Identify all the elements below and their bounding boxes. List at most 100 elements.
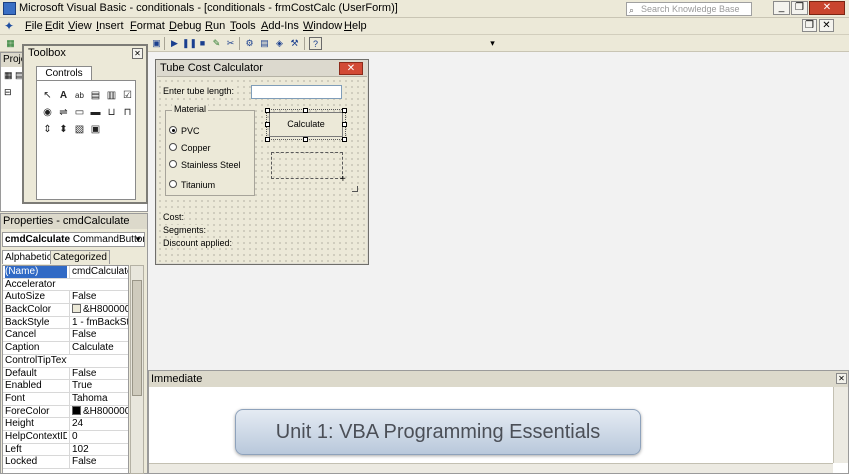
property-row[interactable]: Font Tahoma xyxy=(3,392,128,406)
immediate-horizontal-scrollbar[interactable] xyxy=(149,463,833,473)
menu-view[interactable]: View xyxy=(68,20,92,32)
properties-icon[interactable]: ▤ xyxy=(258,37,271,50)
scroll-thumb[interactable] xyxy=(132,280,142,396)
toolbar-options-icon[interactable]: ▾ xyxy=(486,37,499,50)
stop-icon[interactable]: ■ xyxy=(196,37,209,50)
listbox-tool-icon[interactable]: ▥ xyxy=(105,89,118,102)
menu-format[interactable]: Format xyxy=(130,20,165,32)
search-placeholder: Search Knowledge Base xyxy=(641,4,740,14)
close-icon[interactable]: ✕ xyxy=(836,373,847,384)
menu-help[interactable]: Help xyxy=(344,20,367,32)
property-row[interactable]: Caption Calculate xyxy=(3,342,128,355)
combobox-tool-icon[interactable]: ▤ xyxy=(89,89,102,102)
search-input[interactable]: ⌕ Search Knowledge Base xyxy=(626,2,752,16)
property-row[interactable]: Height 24 xyxy=(3,418,128,431)
resize-handle[interactable] xyxy=(342,108,347,113)
togglebutton-tool-icon[interactable]: ⇌ xyxy=(57,106,70,119)
property-row[interactable]: (Name) cmdCalculate xyxy=(3,266,128,279)
tab-categorized[interactable]: Categorized xyxy=(50,250,110,264)
frame-tool-icon[interactable]: ▭ xyxy=(73,106,86,119)
tree-expand-icon[interactable]: ⊟ xyxy=(4,87,12,98)
resize-handle[interactable] xyxy=(303,108,308,113)
pause-icon[interactable]: ❚❚ xyxy=(182,37,197,50)
checkbox-tool-icon[interactable]: ☑ xyxy=(121,89,134,102)
menu-tools[interactable]: Tools xyxy=(230,20,256,32)
property-row[interactable]: Cancel False xyxy=(3,329,128,343)
view-object-icon[interactable]: ▦ ▤ xyxy=(4,70,24,81)
radio-titanium[interactable] xyxy=(169,180,177,188)
refedit-tool-icon[interactable]: ▣ xyxy=(89,123,102,136)
immediate-vertical-scrollbar[interactable] xyxy=(833,387,848,463)
resize-handle[interactable] xyxy=(265,137,270,142)
resize-handle[interactable] xyxy=(265,108,270,113)
resize-handle[interactable] xyxy=(303,137,308,142)
form-resize-grip[interactable] xyxy=(352,186,358,192)
menu-window[interactable]: Window xyxy=(303,20,342,32)
discount-label: Discount applied: xyxy=(163,238,233,248)
tab-controls[interactable]: Controls xyxy=(36,66,92,81)
menu-addins[interactable]: Add-Ins xyxy=(261,20,299,32)
resize-handle[interactable] xyxy=(265,122,270,127)
userform[interactable]: Tube Cost Calculator ✕ Enter tube length… xyxy=(157,60,367,263)
resize-handle[interactable] xyxy=(342,137,347,142)
property-row[interactable]: BackStyle1 - fmBackStyle xyxy=(3,316,128,330)
property-row[interactable]: AutoSize False xyxy=(3,291,128,305)
property-grid: (Name) cmdCalculate Accelerator AutoSize F… xyxy=(2,265,129,474)
label-tool-icon[interactable]: A xyxy=(57,89,70,102)
radio-copper[interactable] xyxy=(169,143,177,151)
property-row[interactable]: Accelerator xyxy=(3,279,128,292)
object-browser-icon[interactable]: ◈ xyxy=(273,37,286,50)
toolbox-icon[interactable]: ⚒ xyxy=(288,37,301,50)
property-row[interactable]: Enabled True xyxy=(3,380,128,393)
project-explorer-icon[interactable]: ⚙ xyxy=(243,37,256,50)
textbox-tool-icon[interactable]: ab xyxy=(73,89,86,102)
radio-pvc[interactable] xyxy=(169,126,177,134)
image-tool-icon[interactable]: ▧ xyxy=(73,123,86,136)
scrollbar-tool-icon[interactable]: ⇕ xyxy=(41,123,54,136)
radio-stainless-steel[interactable] xyxy=(169,160,177,168)
help-icon[interactable]: ? xyxy=(309,37,322,50)
pointer-tool-icon[interactable]: ↖ xyxy=(41,89,54,102)
property-row[interactable]: Locked False xyxy=(3,456,128,469)
calculate-button[interactable]: Calculate xyxy=(269,112,343,137)
design-mode-icon[interactable]: ✎ xyxy=(210,37,223,50)
run-icon[interactable]: ▶ xyxy=(168,37,181,50)
option-pvc-label: PVC xyxy=(181,126,200,136)
close-icon[interactable]: ✕ xyxy=(132,48,143,59)
close-icon[interactable]: ✕ xyxy=(339,62,363,75)
save-icon[interactable]: ▣ xyxy=(150,37,163,50)
vba-menu-icon[interactable]: ✦ xyxy=(4,19,19,33)
menu-edit[interactable]: Edit xyxy=(45,20,64,32)
menu-file[interactable]: File xyxy=(25,20,43,32)
optionbutton-tool-icon[interactable]: ◉ xyxy=(41,106,54,119)
property-row[interactable]: ForeColor&H80000012 xyxy=(3,405,128,419)
chevron-down-icon[interactable]: ▼ xyxy=(134,233,142,246)
restore-button[interactable]: ❐ xyxy=(791,1,808,15)
toolbox-title: Toolbox xyxy=(24,46,146,61)
menu-run[interactable]: Run xyxy=(205,20,225,32)
mdi-restore-button[interactable]: ❐ xyxy=(802,19,817,32)
commandbutton-tool-icon[interactable]: ▬ xyxy=(89,106,102,119)
excel-icon[interactable]: ▦ xyxy=(4,37,17,50)
property-row[interactable]: HelpContextID 0 xyxy=(3,430,128,444)
tube-length-input[interactable] xyxy=(251,85,342,99)
tab-alphabetic[interactable]: Alphabetic xyxy=(2,250,55,264)
spinbutton-tool-icon[interactable]: ⬍ xyxy=(57,123,70,136)
resize-handle[interactable] xyxy=(342,122,347,127)
multipage-tool-icon[interactable]: ⊓ xyxy=(121,106,134,119)
properties-scrollbar[interactable] xyxy=(130,265,144,474)
tabstrip-tool-icon[interactable]: ⊔ xyxy=(105,106,118,119)
close-button[interactable]: ✕ xyxy=(809,1,845,15)
property-row[interactable]: BackColor&H8000000F xyxy=(3,304,128,317)
menu-debug[interactable]: Debug xyxy=(169,20,201,32)
cut-icon[interactable]: ✂ xyxy=(224,37,237,50)
search-icon: ⌕ xyxy=(629,5,635,15)
video-caption: Unit 1: VBA Programming Essentials xyxy=(235,409,641,455)
object-selector[interactable]: cmdCalculate CommandButton ▼ xyxy=(2,232,145,247)
menu-insert[interactable]: Insert xyxy=(96,20,124,32)
property-row[interactable]: ControlTipText xyxy=(3,355,128,368)
mdi-close-button[interactable]: ✕ xyxy=(819,19,834,32)
property-row[interactable]: Left 102 xyxy=(3,443,128,457)
minimize-button[interactable]: _ xyxy=(773,1,790,15)
property-row[interactable]: Default False xyxy=(3,367,128,381)
